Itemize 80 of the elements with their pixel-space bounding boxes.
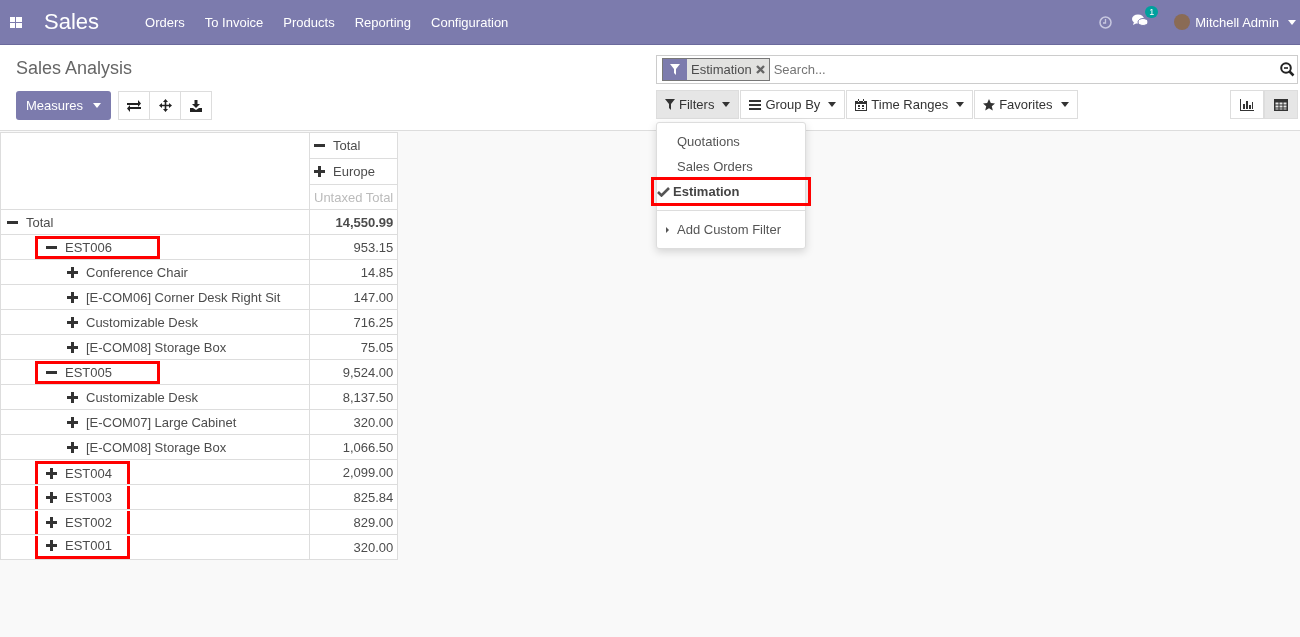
value-cell: 147.00	[309, 284, 398, 310]
menu-item[interactable]: To Invoice	[204, 14, 264, 30]
value-cell: 829.00	[309, 509, 398, 535]
value-cell: 1,066.50	[309, 434, 398, 460]
value-cell: 320.00	[309, 409, 398, 435]
download-icon	[190, 99, 203, 112]
app-name[interactable]: Sales	[44, 9, 100, 35]
row-header[interactable]: EST004	[35, 460, 130, 484]
plus-icon[interactable]	[46, 540, 57, 551]
download-button[interactable]	[180, 91, 213, 120]
chat-icon[interactable]	[1132, 14, 1149, 27]
value-cell: 9,524.00	[309, 359, 398, 385]
filter-icon	[665, 99, 675, 110]
row-header[interactable]: EST006	[35, 235, 160, 259]
list-icon	[749, 99, 762, 110]
time-dropdown-button[interactable]: Time Ranges	[846, 90, 974, 119]
caret-icon	[93, 103, 102, 108]
plus-icon[interactable]	[46, 516, 57, 528]
row-header[interactable]: EST001	[35, 535, 130, 559]
menu-item[interactable]: Orders	[145, 14, 185, 30]
value-cell: 14.85	[309, 259, 398, 285]
value-cell: 14,550.99	[309, 209, 398, 235]
pivot-view-button[interactable]	[1264, 90, 1298, 119]
calendar-icon	[855, 98, 868, 111]
value-cell: 75.05	[309, 334, 398, 360]
value-cell: 953.15	[309, 234, 398, 260]
measures-button[interactable]: Measures	[16, 91, 112, 120]
plus-icon[interactable]	[67, 291, 78, 303]
search-field[interactable]: Estimation Search...	[656, 55, 1298, 84]
menu-item[interactable]: Add Custom Filter	[657, 217, 805, 242]
plus-icon[interactable]	[314, 166, 325, 177]
fav-dropdown-button[interactable]: Favorites	[974, 90, 1078, 119]
plus-icon[interactable]	[46, 468, 57, 479]
table-icon	[1274, 98, 1288, 111]
facet-label: Estimation	[690, 62, 753, 77]
caret-icon	[1288, 19, 1296, 25]
column-header[interactable]: Total	[309, 132, 398, 159]
plus-icon[interactable]	[67, 441, 78, 453]
caret-icon	[722, 102, 731, 107]
value-cell: 320.00	[309, 534, 398, 560]
page-title: Sales Analysis	[16, 58, 134, 79]
menu-item[interactable]: Reporting	[354, 14, 411, 30]
caret-icon	[956, 102, 965, 107]
menu-item[interactable]: Estimation	[653, 179, 809, 204]
value-cell: 8,137.50	[309, 384, 398, 410]
star-icon	[983, 98, 996, 111]
value-cell: 825.84	[309, 484, 398, 510]
checkmark-icon	[657, 186, 670, 197]
plus-icon[interactable]	[46, 491, 57, 503]
value-cell: 716.25	[309, 309, 398, 335]
search-icon[interactable]	[1280, 62, 1295, 77]
filter-dropdown-button[interactable]: Filters	[656, 90, 740, 119]
menu-item[interactable]: Sales Orders	[657, 154, 805, 179]
column-header[interactable]: Europe	[309, 158, 398, 185]
plus-icon[interactable]	[67, 416, 78, 428]
apps-grid-icon[interactable]	[10, 16, 22, 28]
plus-icon[interactable]	[67, 266, 78, 278]
user-name[interactable]: Mitchell Admin	[1195, 14, 1279, 30]
menu-item[interactable]: Quotations	[657, 129, 805, 154]
menu-item[interactable]: Products	[283, 14, 335, 30]
graph-view-button[interactable]	[1230, 90, 1264, 119]
swap-arrows-icon	[127, 99, 142, 112]
filter-facet[interactable]: Estimation	[662, 58, 770, 81]
plus-icon[interactable]	[67, 316, 78, 328]
plus-icon[interactable]	[67, 341, 78, 353]
row-header[interactable]: EST005	[35, 360, 160, 384]
plus-icon[interactable]	[67, 391, 78, 403]
filter-icon	[670, 64, 680, 75]
flip-axis-button[interactable]	[118, 91, 151, 120]
group-dropdown-button[interactable]: Group By	[740, 90, 846, 119]
menu-item[interactable]: Configuration	[431, 14, 509, 30]
close-icon[interactable]	[755, 65, 765, 74]
caret-icon	[828, 102, 837, 107]
caret-icon	[1060, 102, 1069, 107]
expand-all-button[interactable]	[149, 91, 182, 120]
bar-chart-icon	[1240, 98, 1254, 111]
value-cell: 2,099.00	[309, 459, 398, 485]
caret-right-icon	[666, 226, 669, 233]
move-arrows-icon	[158, 99, 172, 112]
message-count-badge: 1	[1145, 6, 1159, 18]
